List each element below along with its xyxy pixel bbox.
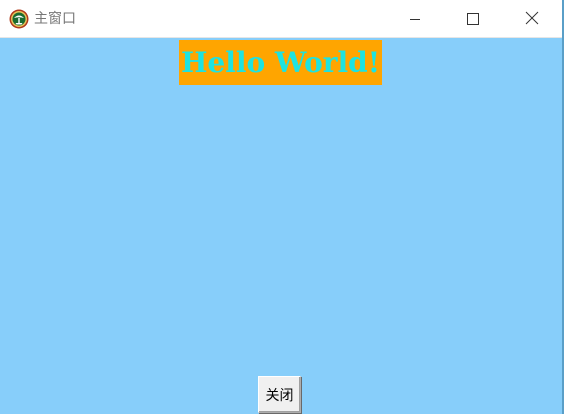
main-window: 主窗口 Hello World! 关闭 xyxy=(0,0,564,414)
maximize-icon xyxy=(467,10,479,29)
close-button[interactable]: 关闭 xyxy=(258,376,301,413)
hello-world-label: Hello World! xyxy=(179,40,382,85)
maximize-button[interactable] xyxy=(444,0,502,38)
window-close-button[interactable] xyxy=(503,0,561,38)
window-title: 主窗口 xyxy=(34,11,76,27)
title-bar[interactable]: 主窗口 xyxy=(0,0,562,38)
minimize-button[interactable] xyxy=(386,0,444,38)
close-icon xyxy=(525,10,539,29)
app-emblem-icon xyxy=(9,9,29,29)
minimize-icon xyxy=(409,10,421,29)
